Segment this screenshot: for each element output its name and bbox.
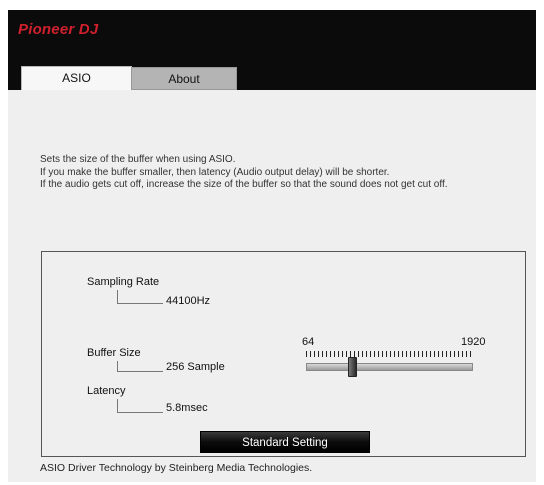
- asio-settings-window: Pioneer DJ ASIO About Sets the size of t…: [8, 10, 536, 482]
- latency-value: 5.8msec: [166, 402, 208, 414]
- pioneer-dj-logo: Pioneer DJ: [18, 21, 99, 38]
- tab-asio[interactable]: ASIO: [21, 66, 132, 90]
- slider-max-label: 1920: [461, 336, 486, 348]
- footer-credit: ASIO Driver Technology by Steinberg Medi…: [40, 462, 313, 474]
- buffer-size-connector: [117, 361, 163, 372]
- latency-connector: [117, 399, 163, 413]
- slider-min-label: 64: [302, 336, 315, 348]
- buffer-size-slider-track[interactable]: [306, 363, 473, 371]
- buffer-size-value: 256 Sample: [166, 361, 225, 373]
- sampling-rate-connector: [117, 290, 163, 304]
- description-line: If the audio gets cut off, increase the …: [40, 179, 448, 190]
- sampling-rate-label: Sampling Rate: [87, 276, 160, 288]
- buffer-size-slider-thumb[interactable]: [347, 357, 357, 377]
- header-bar: Pioneer DJ ASIO About: [8, 10, 536, 90]
- tab-about[interactable]: About: [131, 67, 237, 90]
- description-line: If you make the buffer smaller, then lat…: [40, 166, 390, 178]
- description-text: Sets the size of the buffer when using A…: [40, 154, 530, 192]
- settings-panel: Sampling Rate 44100Hz Buffer Size 256 Sa…: [41, 251, 526, 457]
- slider-ticks: [306, 351, 471, 357]
- sampling-rate-value: 44100Hz: [166, 295, 211, 307]
- description-line: Sets the size of the buffer when using A…: [40, 154, 236, 165]
- standard-setting-button[interactable]: Standard Setting: [200, 431, 370, 453]
- latency-label: Latency: [87, 385, 126, 397]
- buffer-size-label: Buffer Size: [87, 347, 141, 359]
